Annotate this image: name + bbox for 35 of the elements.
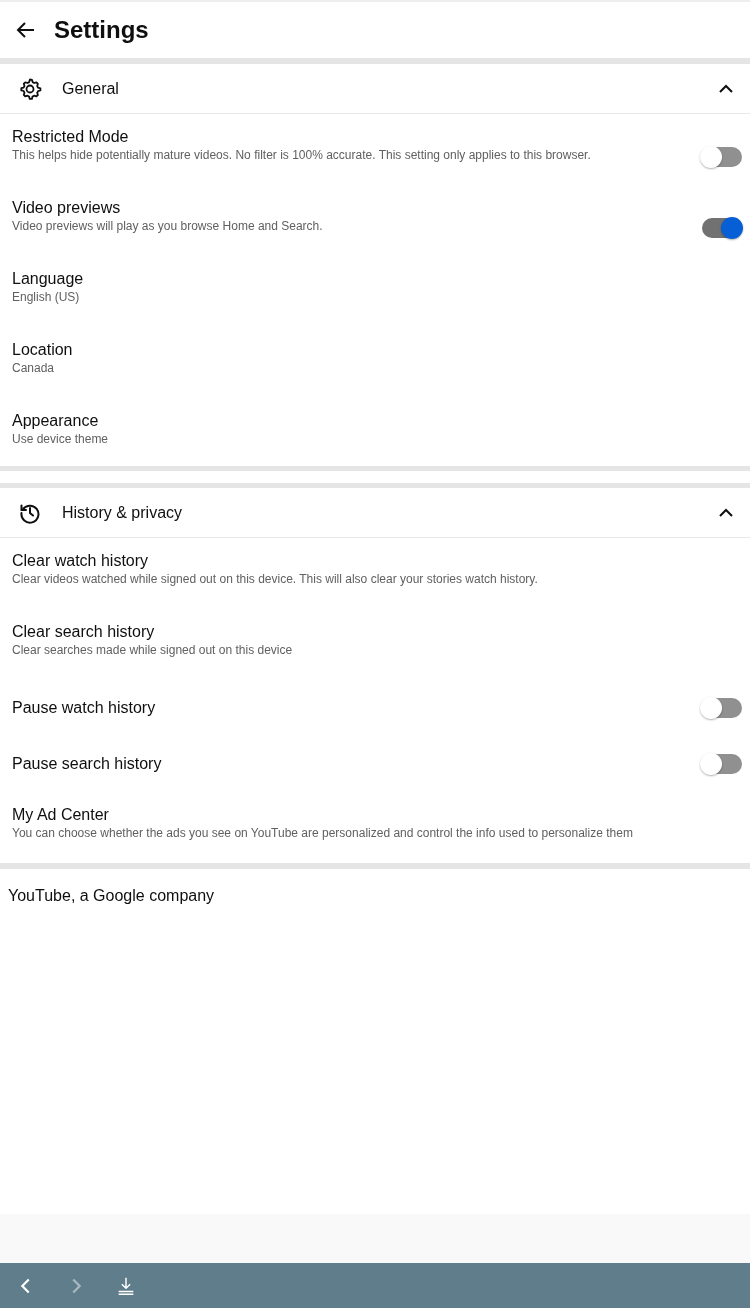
- setting-row[interactable]: Restricted Mode This helps hide potentially mature videos. No filter is 100% accurate. This setting only applies to this browser.: [0, 114, 750, 185]
- setting-description: English (US): [12, 290, 81, 304]
- setting-description: This helps hide potentially mature videos. No filter is 100% accurate. This setting only applies to this browser.: [12, 148, 592, 162]
- toggle-switch[interactable]: [702, 698, 742, 718]
- setting-title: Video previews: [12, 199, 122, 217]
- setting-row[interactable]: Pause watch history: [0, 680, 750, 736]
- setting-title: Pause search history: [12, 755, 163, 773]
- setting-title: My Ad Center: [12, 806, 110, 824]
- setting-row[interactable]: Pause search history: [0, 736, 750, 792]
- footer-text: YouTube, a Google company: [7, 886, 216, 906]
- toggle-switch[interactable]: [702, 217, 742, 238]
- setting-title: Clear search history: [12, 623, 156, 641]
- setting-title: Restricted Mode: [12, 128, 130, 146]
- setting-description: Clear videos watched while signed out on this device. This will also clear your stories watch history.: [12, 572, 539, 586]
- setting-row[interactable]: My Ad Center You can choose whether the ads you see on YouTube are personalized and control the info used to personalize them: [0, 792, 750, 863]
- setting-title: Pause watch history: [12, 699, 157, 717]
- setting-title: Clear watch history: [12, 552, 150, 570]
- setting-description: Clear searches made while signed out on this device: [12, 643, 294, 657]
- setting-row[interactable]: Language English (US): [0, 256, 750, 327]
- setting-row[interactable]: Clear search history Clear searches made while signed out on this device: [0, 609, 750, 680]
- setting-description: Video previews will play as you browse Home and Search.: [12, 219, 324, 233]
- setting-row[interactable]: Clear watch history Clear videos watched while signed out on this device. This will also clear your stories watch history.: [0, 538, 750, 609]
- setting-description: Canada: [12, 361, 56, 375]
- setting-row[interactable]: Appearance Use device theme: [0, 398, 750, 469]
- toggle-switch[interactable]: [702, 754, 742, 774]
- setting-row[interactable]: Video previews Video previews will play as you browse Home and Search.: [0, 185, 750, 256]
- toggle-switch[interactable]: [702, 146, 742, 167]
- setting-title: Location: [12, 341, 74, 359]
- setting-row[interactable]: Location Canada: [0, 327, 750, 398]
- setting-title: Language: [12, 270, 85, 288]
- setting-title: Appearance: [12, 412, 100, 430]
- setting-description: Use device theme: [12, 432, 110, 446]
- page-title: Settings: [54, 16, 149, 44]
- setting-description: You can choose whether the ads you see on YouTube are personalized and control the info used to personalize them: [12, 826, 634, 840]
- settings-icon: [18, 76, 42, 101]
